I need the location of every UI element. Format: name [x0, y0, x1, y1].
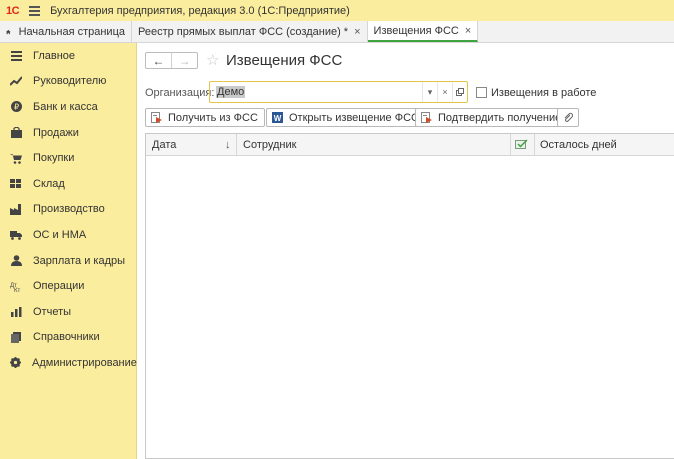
svg-text:₽: ₽ — [13, 103, 18, 112]
ruble-icon: ₽ — [10, 101, 22, 113]
sidebar-item-label: Руководителю — [33, 75, 107, 88]
tab-registry[interactable]: Реестр прямых выплат ФСС (создание) * × — [132, 21, 368, 42]
confirm-receipt-button[interactable]: Подтвердить получение — [415, 108, 569, 127]
sidebar-item-label: Зарплата и кадры — [33, 254, 126, 267]
forward-arrow-icon[interactable]: → — [171, 53, 197, 68]
sidebar-item-label: Продажи — [33, 126, 79, 139]
column-date[interactable]: Дата — [152, 134, 176, 155]
sidebar-item-assets[interactable]: ОС и НМА — [0, 222, 136, 248]
sidebar-item-reports[interactable]: Отчеты — [0, 299, 136, 325]
paperclip-icon — [563, 112, 573, 123]
sidebar-item-warehouse[interactable]: Склад — [0, 171, 136, 197]
notices-in-work-checkbox[interactable] — [476, 87, 487, 98]
notices-in-work-label: Извещения в работе — [491, 87, 597, 99]
sidebar-item-label: Банк и касса — [33, 100, 98, 113]
sidebar-item-label: Справочники — [33, 331, 100, 344]
sidebar-item-label: Производство — [33, 203, 105, 216]
person-icon — [10, 255, 22, 267]
nav-buttons: ← → — [145, 52, 198, 69]
clear-icon[interactable]: × — [437, 82, 452, 102]
close-icon[interactable]: × — [465, 25, 471, 37]
word-document-icon: W — [272, 112, 283, 123]
svg-text:W: W — [274, 114, 282, 123]
shopping-bag-icon — [10, 127, 22, 139]
organization-field[interactable]: Демо ▾ × — [209, 81, 468, 103]
tab-bar: Начальная страница Реестр прямых выплат … — [0, 21, 674, 43]
main-menu-icon[interactable] — [29, 6, 41, 16]
cart-icon — [10, 152, 22, 164]
attachment-button[interactable] — [557, 108, 579, 127]
sidebar-item-production[interactable]: Производство — [0, 197, 136, 223]
tab-label: Реестр прямых выплат ФСС (создание) * — [138, 25, 349, 38]
button-label: Подтвердить получение — [438, 111, 562, 124]
notices-table: Дата ↓ Сотрудник Осталось дней — [145, 133, 674, 459]
open-fss-notice-button[interactable]: W Открыть извещение ФСС — [266, 108, 426, 127]
back-arrow-icon[interactable]: ← — [146, 53, 171, 68]
sidebar-item-operations[interactable]: Дт Кт Операции — [0, 273, 136, 299]
sidebar-item-admin[interactable]: Администрирование — [0, 350, 137, 376]
app-logo: 1С — [6, 4, 20, 17]
button-label: Открыть извещение ФСС — [289, 111, 419, 124]
sidebar-item-label: Операции — [33, 280, 85, 293]
sidebar-item-purchases[interactable]: Покупки — [0, 145, 136, 171]
window-title: Бухгалтерия предприятия, редакция 3.0 (1… — [50, 4, 350, 17]
tab-home[interactable]: Начальная страница — [0, 21, 132, 42]
svg-text:Кт: Кт — [14, 288, 20, 292]
favorite-star-icon[interactable]: ☆ — [206, 51, 219, 69]
dropdown-icon[interactable]: ▾ — [422, 82, 437, 102]
column-days-left[interactable]: Осталось дней — [540, 134, 617, 155]
factory-icon — [10, 203, 22, 215]
book-icon — [10, 331, 22, 343]
sidebar-item-references[interactable]: Справочники — [0, 325, 136, 351]
title-bar: 1С Бухгалтерия предприятия, редакция 3.0… — [0, 0, 674, 21]
table-header: Дата ↓ Сотрудник Осталось дней — [146, 134, 674, 156]
sidebar-item-label: Администрирование — [32, 356, 137, 369]
sidebar-item-label: ОС и НМА — [33, 228, 87, 241]
sidebar-item-bank[interactable]: ₽ Банк и касса — [0, 94, 136, 120]
tab-label: Начальная страница — [18, 25, 125, 38]
get-from-fss-button[interactable]: Получить из ФСС — [145, 108, 265, 127]
download-document-icon — [151, 112, 162, 123]
sidebar-item-sales[interactable]: Продажи — [0, 120, 136, 146]
gear-icon — [10, 357, 21, 369]
tab-fss-notices[interactable]: Извещения ФСС × — [367, 21, 479, 42]
organization-value[interactable]: Демо — [216, 86, 246, 98]
sidebar-item-label: Покупки — [33, 152, 75, 165]
sidebar-item-label: Главное — [33, 49, 76, 62]
sidebar-item-salary[interactable]: Зарплата и кадры — [0, 248, 136, 274]
button-label: Получить из ФСС — [168, 111, 258, 124]
warehouse-icon — [10, 178, 22, 190]
status-column-icon[interactable] — [515, 134, 528, 155]
open-icon[interactable] — [452, 82, 467, 102]
tab-label: Извещения ФСС — [373, 24, 459, 37]
bar-chart-icon — [10, 306, 22, 318]
sidebar-item-label: Склад — [33, 177, 65, 190]
chart-trend-icon — [10, 75, 22, 87]
sort-down-icon[interactable]: ↓ — [225, 134, 231, 155]
organization-label: Организация: — [145, 87, 215, 99]
operations-icon: Дт Кт — [10, 280, 22, 292]
close-icon[interactable]: × — [354, 26, 360, 38]
page-title: Извещения ФСС — [226, 52, 343, 69]
sidebar-item-main[interactable]: Главное — [0, 43, 136, 69]
main-content: ← → ☆ Извещения ФСС Организация: Демо ▾ … — [137, 43, 674, 459]
sidebar-item-manager[interactable]: Руководителю — [0, 69, 136, 95]
column-employee[interactable]: Сотрудник — [243, 134, 296, 155]
sidebar: Главное Руководителю ₽ Банк и касса Прод… — [0, 43, 137, 459]
truck-icon — [10, 229, 22, 241]
sidebar-item-label: Отчеты — [33, 305, 72, 318]
menu-icon — [10, 50, 22, 62]
home-icon — [6, 29, 11, 34]
confirm-document-icon — [421, 112, 432, 123]
